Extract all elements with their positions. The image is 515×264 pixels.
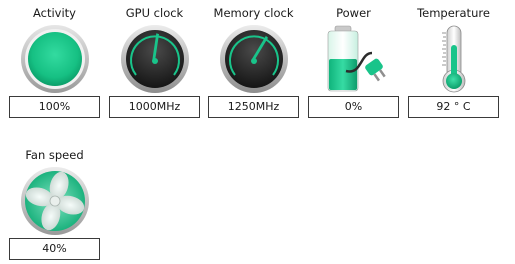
- fan-speed-label: Fan speed: [25, 148, 84, 162]
- temperature-tile: Temperature 92 ° C: [408, 0, 499, 118]
- thermometer-icon: [418, 23, 490, 95]
- gpu-gauge-icon: [119, 23, 191, 95]
- fan-speed-value: 40%: [9, 238, 100, 260]
- gpu-clock-tile: GPU clock 1000MHz: [109, 0, 200, 118]
- activity-label: Activity: [32, 6, 76, 20]
- power-tile: Power 0%: [308, 0, 399, 118]
- power-label: Power: [336, 6, 371, 20]
- activity-tile: Activity 100%: [9, 0, 100, 118]
- fan-icon: [19, 165, 91, 237]
- gpu-clock-value: 1000MHz: [109, 96, 200, 118]
- activity-orb-icon: [19, 23, 91, 95]
- memory-clock-tile: Memory clock 1250MHz: [208, 0, 299, 118]
- activity-value: 100%: [9, 96, 100, 118]
- power-value: 0%: [308, 96, 399, 118]
- memory-gauge-icon: [218, 23, 290, 95]
- fan-speed-tile: Fan speed 40%: [9, 142, 100, 260]
- temperature-label: Temperature: [417, 6, 490, 20]
- temperature-value: 92 ° C: [408, 96, 499, 118]
- gpu-clock-label: GPU clock: [125, 6, 184, 20]
- battery-plug-icon: [318, 23, 390, 95]
- memory-clock-value: 1250MHz: [208, 96, 299, 118]
- memory-clock-label: Memory clock: [213, 6, 294, 20]
